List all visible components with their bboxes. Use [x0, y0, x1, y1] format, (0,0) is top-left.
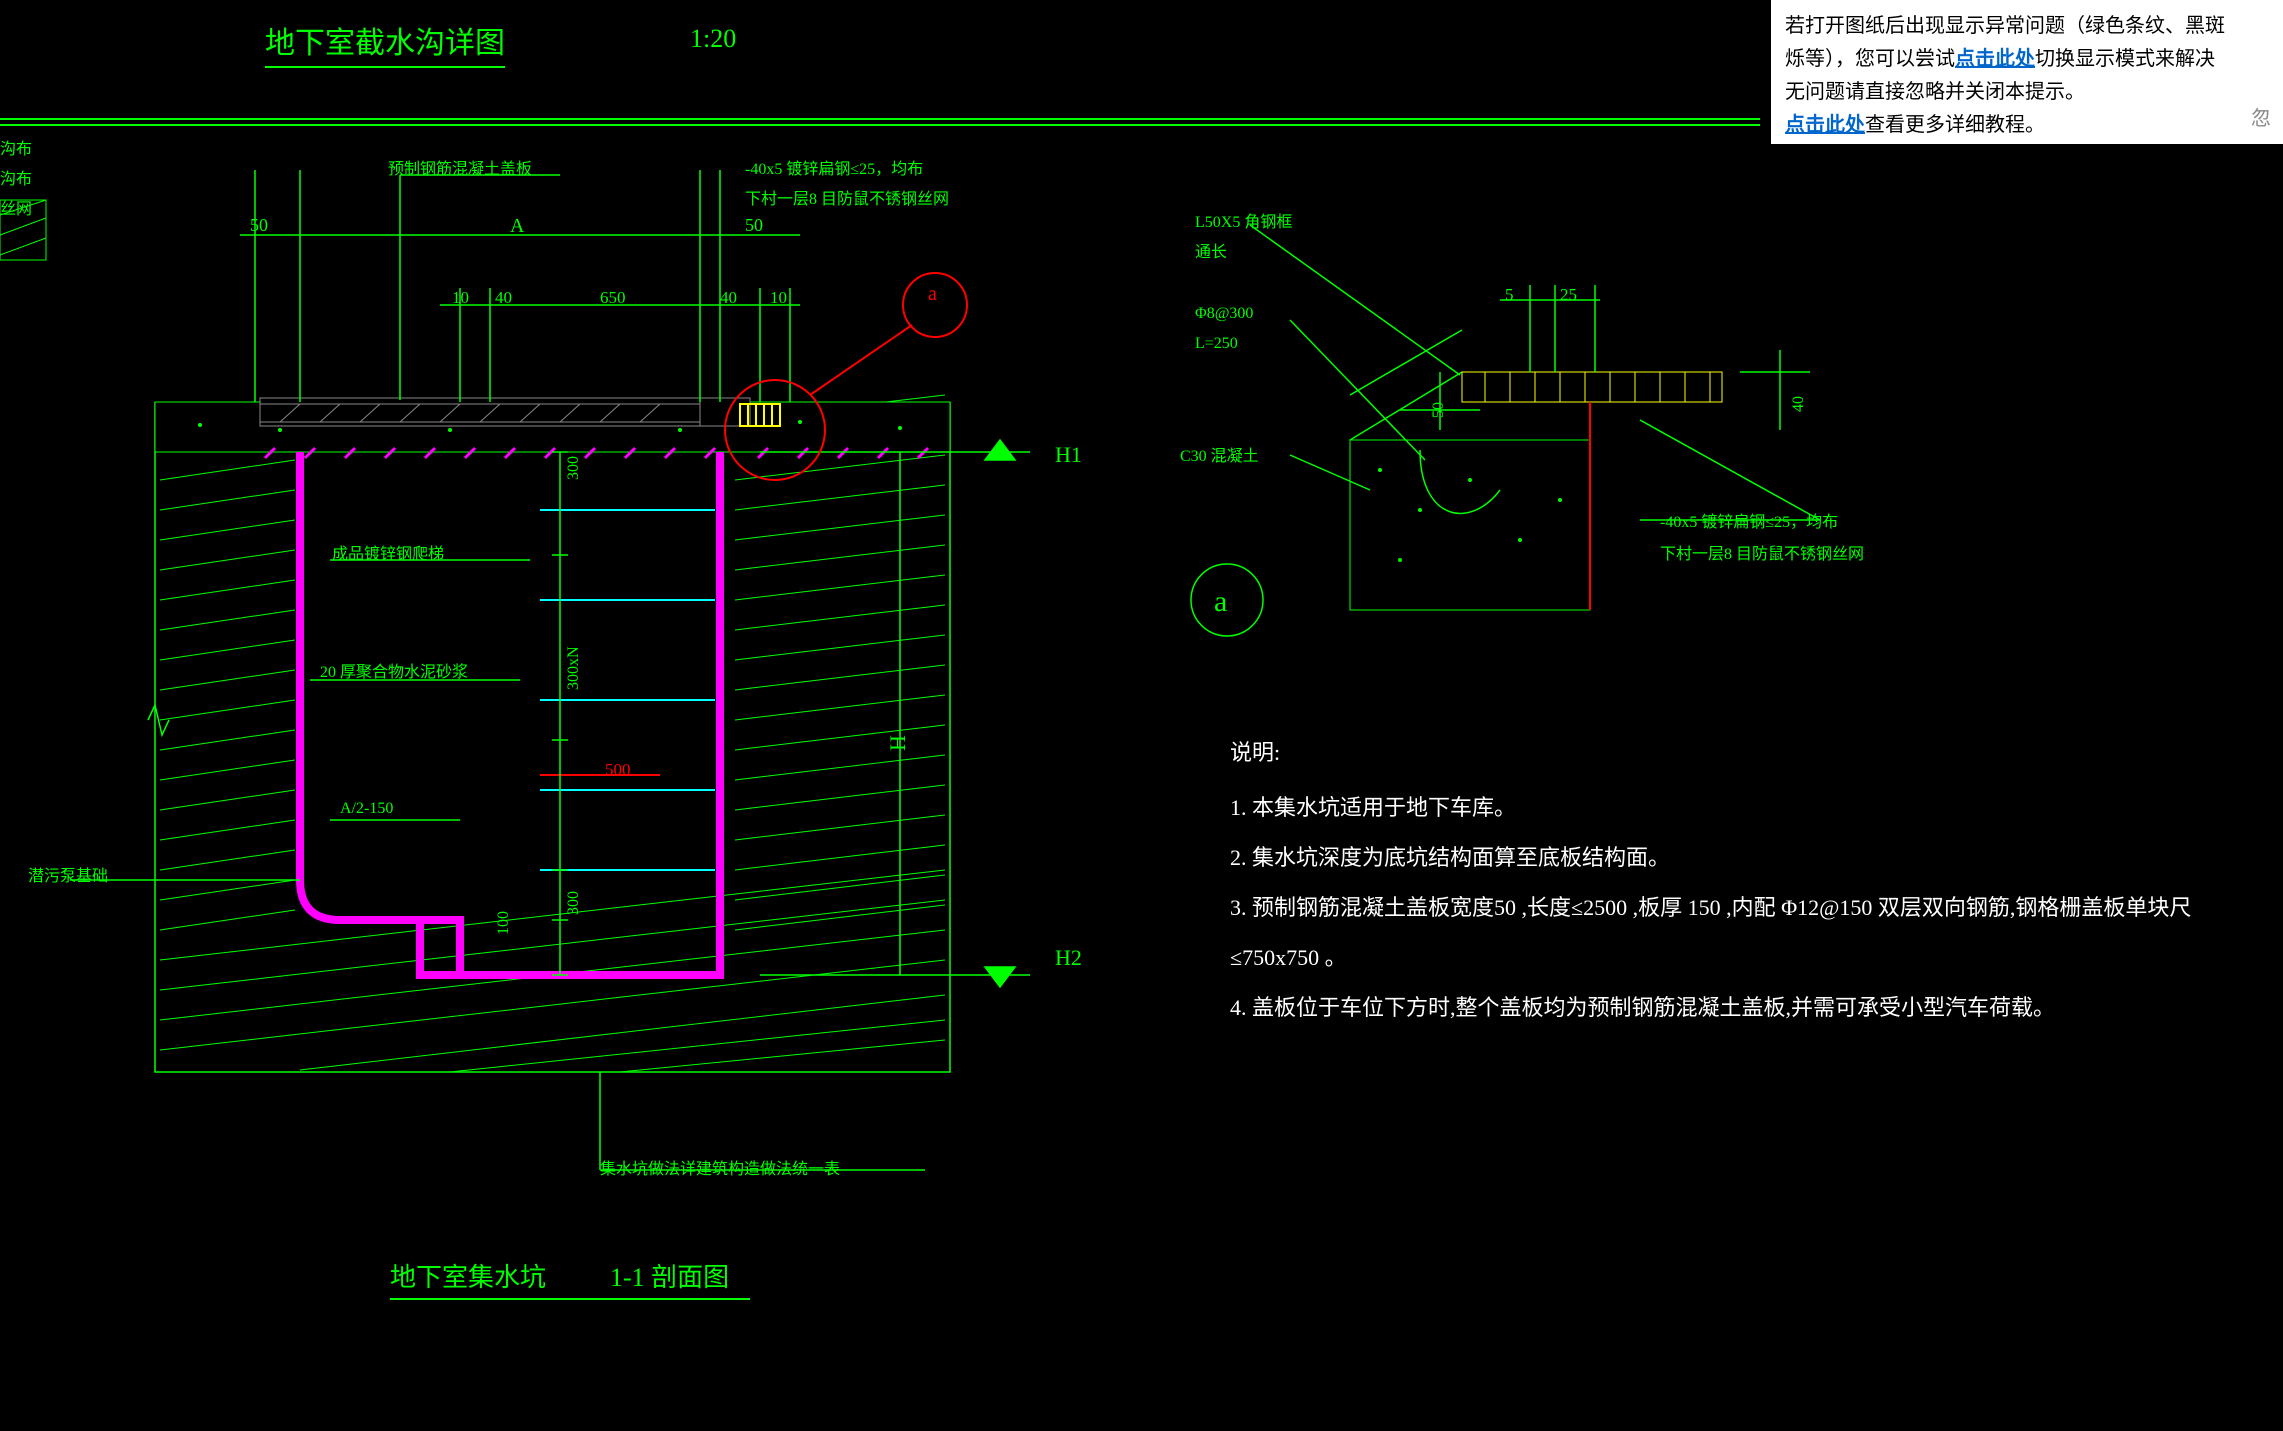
detail-l250: L=250 [1195, 335, 1238, 353]
dim-10-l: 10 [452, 288, 469, 308]
dim-500: 500 [605, 760, 631, 780]
note-3b: ≤750x750 。 [1230, 940, 1347, 972]
dim-v-100: 100 [495, 911, 513, 935]
callout-a: a [928, 283, 937, 306]
dim-50-r: 50 [745, 215, 763, 236]
note-1: 1. 本集水坑适用于地下车库。 [1230, 790, 1516, 822]
H-dim [760, 440, 1030, 987]
cover-plate-label: 预制钢筋混凝土盖板 [388, 155, 532, 179]
break-left [148, 705, 169, 735]
detail-mark-a: a [1214, 585, 1227, 619]
mortar-label: 20 厚聚合物水泥砂浆 [320, 658, 468, 682]
dim-v-300xN: 300xN [565, 646, 583, 690]
dim-v-300-t: 300 [565, 456, 583, 480]
left-block [0, 200, 46, 260]
dim-A: A [510, 215, 524, 238]
detail-c30: C30 混凝土 [1180, 442, 1259, 466]
flat-steel-label-a: -40x5 镀锌扁钢≤25，均布 [745, 155, 923, 179]
flat-steel-label-b: 下村一层8 目防鼠不锈钢丝网 [745, 185, 949, 209]
dim-650: 650 [600, 288, 626, 308]
earth-hatch [155, 395, 950, 1072]
dim-40: 40 [495, 288, 512, 308]
label-H1: H1 [1055, 442, 1082, 468]
note-3: 3. 预制钢筋混凝土盖板宽度50 ,长度≤2500 ,板厚 150 ,内配 Φ1… [1230, 890, 2191, 922]
detail-dim-25: 25 [1560, 285, 1577, 305]
top-dims [240, 170, 800, 402]
ladder-label: 成品镀锌钢爬梯 [332, 540, 444, 564]
bottom-note: 集水坑做法详建筑构造做法统一表 [600, 1155, 840, 1179]
detail-leader [810, 325, 912, 395]
ladder-rungs [540, 510, 715, 870]
sump-pit-wall [300, 452, 720, 975]
detail-dim-40: 40 [1790, 396, 1808, 412]
detail-l50b: 通长 [1195, 238, 1227, 262]
detail-dim-5: 5 [1505, 285, 1514, 305]
sub-title: 地下室集水坑 [390, 1257, 546, 1300]
detail-dim-50: 50 [1430, 402, 1448, 418]
dim-v-300-b: 300 [565, 891, 583, 915]
note-4: 4. 盖板位于车位下方时,整个盖板均为预制钢筋混凝土盖板,并需可承受小型汽车荷载… [1230, 990, 2055, 1022]
dim-a2-150: A/2-150 [340, 800, 393, 818]
label-H: H [885, 735, 911, 751]
section-label: 1-1 剖面图 [610, 1257, 729, 1294]
dim-10-r: 10 [770, 288, 787, 308]
notes-title: 说明: [1230, 735, 1280, 767]
detail-l50: L50X5 角钢框 [1195, 208, 1292, 232]
note-2: 2. 集水坑深度为底坑结构面算至底板结构面。 [1230, 840, 1670, 872]
detail-anno-b: 下村一层8 目防鼠不锈钢丝网 [1660, 540, 1864, 564]
label-H2: H2 [1055, 945, 1082, 971]
detail-phi8: Φ8@300 [1195, 305, 1253, 323]
pump-base-label: 潜污泵基础 [28, 862, 108, 886]
detail-anno-a: -40x5 镀锌扁钢≤25，均布 [1660, 508, 1838, 532]
dim-40-r: 40 [720, 288, 737, 308]
dim-50-l: 50 [250, 215, 268, 236]
drawing-canvas [0, 0, 2283, 1431]
